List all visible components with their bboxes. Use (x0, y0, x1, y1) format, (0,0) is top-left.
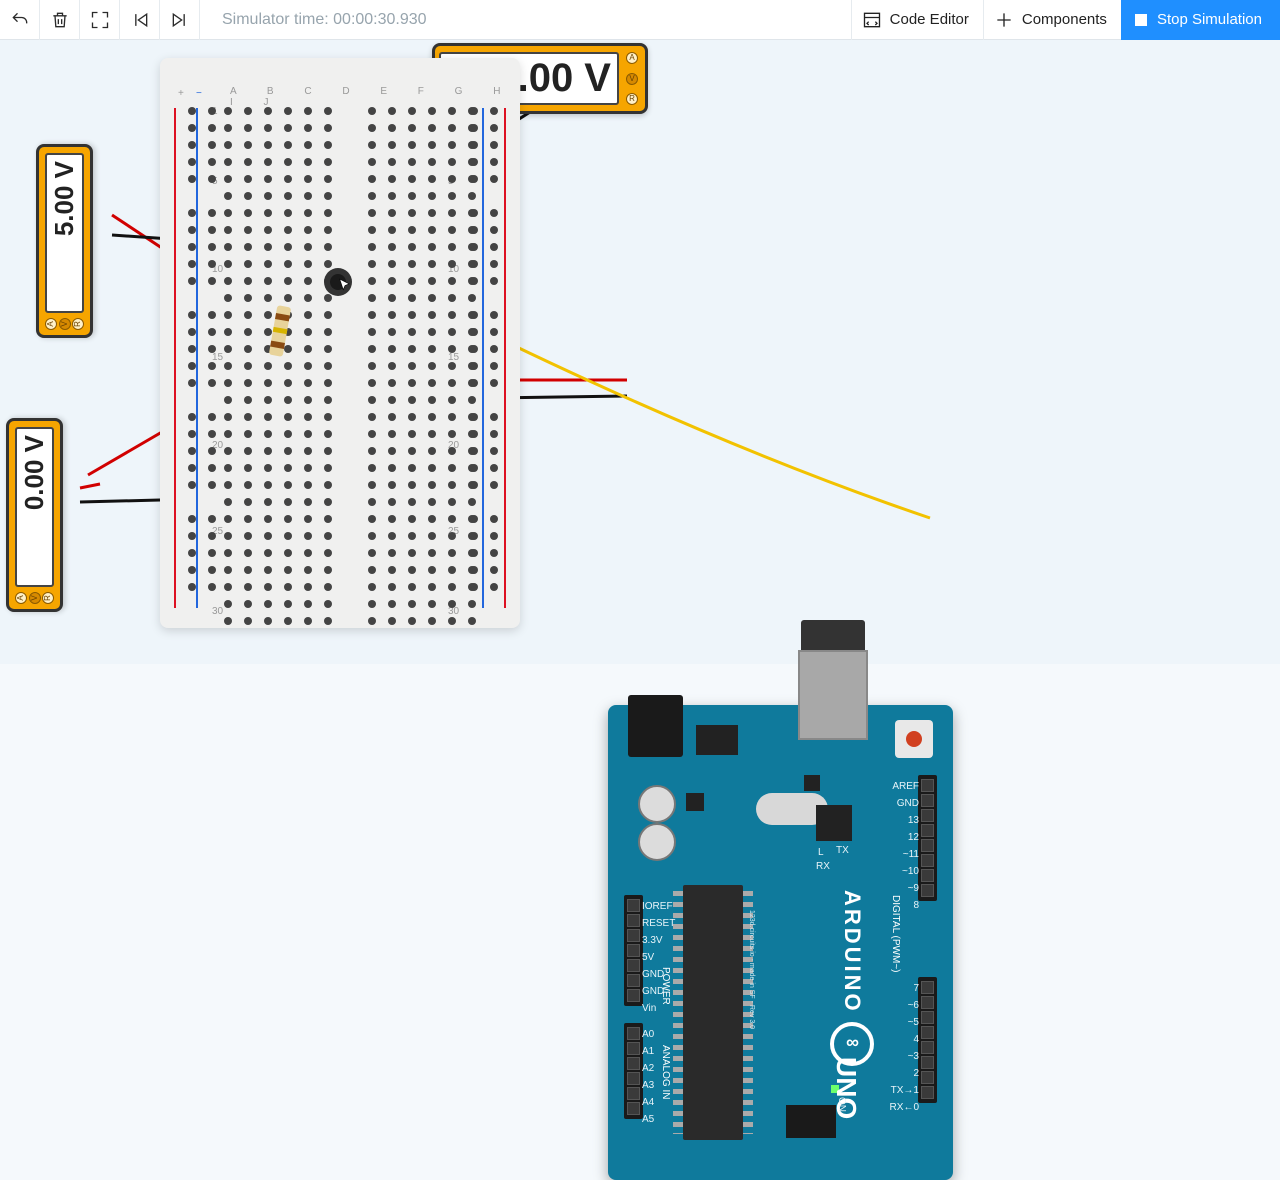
voltmeter-left1-reading: 5.00 V (45, 153, 84, 313)
simulator-time-label: Simulator time: 00:00:30.930 (222, 11, 427, 29)
voltmeter-mode-a[interactable]: A (626, 52, 638, 64)
voltmeter-left-1[interactable]: A V R 5.00 V (36, 144, 93, 338)
icsp-header[interactable] (786, 1105, 836, 1138)
voltmeter-left-2[interactable]: A V R 0.00 V (6, 418, 63, 612)
digital-group-label: DIGITAL (PWM~) (890, 895, 901, 973)
stop-simulation-button[interactable]: Stop Simulation (1121, 0, 1280, 40)
step-forward-button[interactable] (160, 0, 200, 40)
voltmeter-mode-v[interactable]: V (59, 318, 71, 330)
arduino-brand-label: ARDUINO ∞ (830, 890, 874, 1066)
smd-component (686, 793, 704, 811)
components-label: Components (1022, 11, 1107, 28)
digital-pin-header-lower[interactable] (918, 977, 937, 1103)
voltmeter-mode-a[interactable]: A (45, 318, 57, 330)
push-button[interactable] (324, 268, 352, 296)
top-toolbar: Simulator time: 00:00:30.930 Code Editor… (0, 0, 1280, 40)
tx-led-label: TX (836, 845, 849, 856)
analog-group-label: ANALOG IN (660, 1045, 671, 1099)
l-led-label: L (818, 847, 824, 858)
power-jack (628, 695, 683, 757)
arduino-uno[interactable]: ARDUINO ∞ UNO 123d.circuits.io - made in… (608, 705, 953, 1180)
voltmeter-mode-v[interactable]: V (29, 592, 41, 604)
code-editor-label: Code Editor (890, 11, 969, 28)
delete-button[interactable] (40, 0, 80, 40)
capacitor (638, 823, 676, 861)
breadboard[interactable]: + − A B C D E F G H I J 1155101015152020… (160, 58, 520, 628)
code-editor-button[interactable]: Code Editor (851, 0, 983, 40)
analog-pin-header[interactable] (624, 1023, 643, 1119)
voltmeter-mode-r[interactable]: R (626, 93, 638, 105)
voltmeter-mode-r[interactable]: R (42, 592, 54, 604)
voltmeter-left2-reading: 0.00 V (15, 427, 54, 587)
step-back-button[interactable] (120, 0, 160, 40)
on-led-label: ON (836, 1097, 847, 1112)
voltage-regulator (696, 725, 738, 755)
components-button[interactable]: Components (983, 0, 1121, 40)
arduino-maker-text: 123d.circuits.io - made in SF - Rev 3.0 (748, 910, 755, 1029)
capacitor (638, 785, 676, 823)
power-pin-header[interactable] (624, 895, 643, 1006)
circuit-canvas[interactable]: 0.00 V A V R A V R 5.00 V A V R 0.00 V +… (0, 40, 1280, 664)
reset-button[interactable] (895, 720, 933, 758)
digital-pin-header-upper[interactable] (918, 775, 937, 901)
power-group-label: POWER (660, 967, 671, 1005)
ic-chip (816, 805, 852, 841)
rx-led-label: RX (816, 861, 830, 872)
atmega-chip (683, 885, 743, 1140)
voltmeter-mode-v[interactable]: V (626, 73, 638, 85)
undo-button[interactable] (0, 0, 40, 40)
fit-screen-button[interactable] (80, 0, 120, 40)
voltmeter-mode-r[interactable]: R (72, 318, 84, 330)
stop-icon (1135, 14, 1147, 26)
smd-component (804, 775, 820, 791)
voltmeter-mode-a[interactable]: A (15, 592, 27, 604)
stop-simulation-label: Stop Simulation (1157, 11, 1262, 28)
